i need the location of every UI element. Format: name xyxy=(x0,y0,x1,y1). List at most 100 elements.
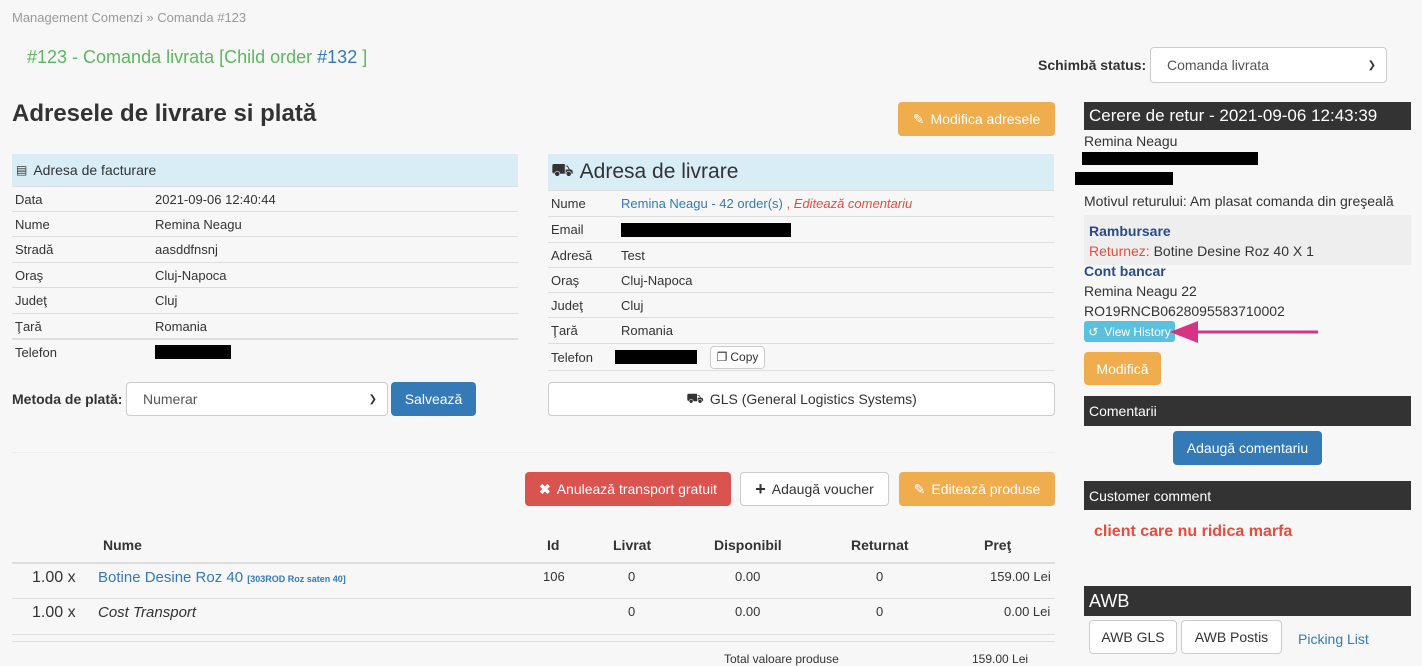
row-price: 159.00 Lei xyxy=(990,569,1051,584)
billing-value: Cluj-Napoca xyxy=(155,267,227,283)
order-title-prefix: #123 - Comanda livrata [Child order xyxy=(27,47,318,67)
return-reason: Motivul returului: Am plasat comanda din… xyxy=(1084,193,1394,209)
billing-value: Cluj xyxy=(155,292,178,308)
returning-line: Returnez: Botine Desine Roz 40 X 1 xyxy=(1089,243,1314,259)
row-id: 106 xyxy=(543,569,565,584)
billing-value: Remina Neagu xyxy=(155,216,242,232)
billing-label: Oraş xyxy=(15,267,44,283)
awb-gls-button[interactable]: AWB GLS xyxy=(1089,620,1177,654)
shipping-label: Oraş xyxy=(551,273,580,288)
order-title: #123 - Comanda livrata [Child order #132… xyxy=(27,47,367,68)
row-qty: 1.00 x xyxy=(32,604,76,621)
view-history-button[interactable]: ↺ View History xyxy=(1084,321,1175,342)
courier-label: GLS (General Logistics Systems) xyxy=(709,391,917,407)
redacted-phone xyxy=(155,345,231,359)
billing-panel-header: ▤ Adresa de facturare xyxy=(12,154,518,186)
customer-orders-link[interactable]: Remina Neagu - 42 order(s) xyxy=(621,196,783,211)
modify-return-button[interactable]: Modifică xyxy=(1084,352,1161,385)
child-order-link[interactable]: #132 xyxy=(317,47,357,67)
table-header-line xyxy=(12,562,1055,564)
bank-account-title: Cont bancar xyxy=(1084,263,1166,279)
returning-label: Returnez: xyxy=(1089,243,1150,259)
shipping-row-country: Ţară Romania xyxy=(548,317,1054,343)
col-header-id: Id xyxy=(547,537,560,553)
edit-comment-link[interactable]: Editează comentariu xyxy=(794,196,913,211)
total-label: Total valoare produse xyxy=(724,652,839,666)
billing-label: Ţară xyxy=(15,318,42,334)
product-link[interactable]: Botine Desine Roz 40 xyxy=(98,569,243,586)
table-row-transport: Cost Transport xyxy=(98,604,197,621)
payment-method-select[interactable]: Numerar ❯ xyxy=(126,382,388,416)
breadcrumb: Management Comenzi » Comanda #123 xyxy=(12,10,247,25)
shipping-row-email: Email xyxy=(548,216,1054,242)
shipping-row-county: Judeţ Cluj xyxy=(548,292,1054,318)
truck-icon: ⛟ xyxy=(686,389,704,406)
billing-label: Nume xyxy=(15,216,50,232)
return-request-header: Cerere de retur - 2021-09-06 12:43:39 xyxy=(1084,102,1411,130)
add-voucher-button[interactable]: + Adaugă voucher xyxy=(740,472,889,506)
bank-iban: RO19RNCB0628095583710002 xyxy=(1084,303,1285,319)
status-select[interactable]: Comanda livrata ❯ xyxy=(1150,47,1387,83)
cancel-free-transport-button[interactable]: ✖ Anulează transport gratuit xyxy=(525,472,731,506)
billing-title: Adresa de facturare xyxy=(33,162,157,178)
redacted-email xyxy=(621,222,791,237)
billing-value: 2021-09-06 12:40:44 xyxy=(155,191,276,207)
comments-header: Comentarii xyxy=(1084,396,1411,426)
billing-value: aasddfnsnj xyxy=(155,241,218,257)
billing-label: Telefon xyxy=(15,344,57,360)
shipping-county: Cluj xyxy=(621,298,644,313)
refund-title: Rambursare xyxy=(1089,223,1171,239)
edit-products-button[interactable]: ✎ Editează produse xyxy=(899,472,1055,506)
copy-button[interactable]: ❐ Copy xyxy=(710,345,765,369)
row-available: 0.00 xyxy=(735,569,761,584)
row-qty: 1.00 x xyxy=(32,569,76,586)
close-icon: ✖ xyxy=(538,480,551,497)
billing-value: Romania xyxy=(155,318,208,334)
bank-account-name: Remina Neagu 22 xyxy=(1084,283,1197,299)
shipping-country: Romania xyxy=(621,323,674,338)
row-returned: 0 xyxy=(876,569,884,584)
col-header-price: Preţ xyxy=(984,537,1012,553)
shipping-label: Nume xyxy=(551,196,586,211)
shipping-row-name: Nume Remina Neagu - 42 order(s) , Editea… xyxy=(548,190,1054,216)
shipping-label: Telefon xyxy=(551,349,593,365)
shipping-title: Adresa de livrare xyxy=(579,160,739,183)
shipping-address: Test xyxy=(621,248,645,263)
product-sku[interactable]: [303ROD Roz saten 40] xyxy=(247,574,346,584)
col-header-available: Disponibil xyxy=(714,537,782,553)
col-header-returned: Returnat xyxy=(851,537,909,553)
billing-row: Data 2021-09-06 12:40:44 xyxy=(12,186,518,211)
picking-list-link[interactable]: Picking List xyxy=(1298,631,1369,647)
redacted-phone xyxy=(615,350,697,364)
shipping-label: Adresă xyxy=(551,248,593,263)
shipping-row-address: Adresă Test xyxy=(548,242,1054,268)
billing-row: Telefon xyxy=(12,338,518,364)
plus-icon: + xyxy=(755,478,766,499)
shipping-city: Cluj-Napoca xyxy=(621,273,693,288)
row-delivered: 0 xyxy=(628,604,636,619)
returning-item: Botine Desine Roz 40 X 1 xyxy=(1153,243,1314,259)
history-icon: ↺ xyxy=(1088,324,1099,339)
row-available: 0.00 xyxy=(735,604,761,619)
shipping-label: Judeţ xyxy=(551,298,583,313)
billing-label: Stradă xyxy=(15,241,54,257)
billing-label: Judeţ xyxy=(15,292,47,308)
modify-addresses-button[interactable]: ✎ Modifica adresele xyxy=(898,102,1055,136)
col-header-delivered: Livrat xyxy=(613,537,652,553)
modify-addresses-label: Modifica adresele xyxy=(930,111,1041,127)
status-label: Schimbă status: xyxy=(1038,57,1147,73)
separator: , xyxy=(782,196,794,211)
add-comment-button[interactable]: Adaugă comentariu xyxy=(1173,431,1322,465)
awb-postis-button[interactable]: AWB Postis xyxy=(1181,620,1282,654)
courier-button[interactable]: ⛟ GLS (General Logistics Systems) xyxy=(548,382,1055,416)
save-payment-button[interactable]: Salvează xyxy=(391,382,476,416)
copy-icon: ❐ xyxy=(716,350,728,364)
cancel-transport-label: Anulează transport gratuit xyxy=(556,481,718,497)
row-divider xyxy=(12,641,1055,642)
billing-row: Oraş Cluj-Napoca xyxy=(12,262,518,287)
billing-row: Judeţ Cluj xyxy=(12,287,518,312)
truck-icon: ⛟ xyxy=(551,160,574,180)
col-header-name: Nume xyxy=(103,537,142,553)
view-history-label: View History xyxy=(1104,324,1171,339)
chevron-down-icon: ❯ xyxy=(1367,59,1376,71)
